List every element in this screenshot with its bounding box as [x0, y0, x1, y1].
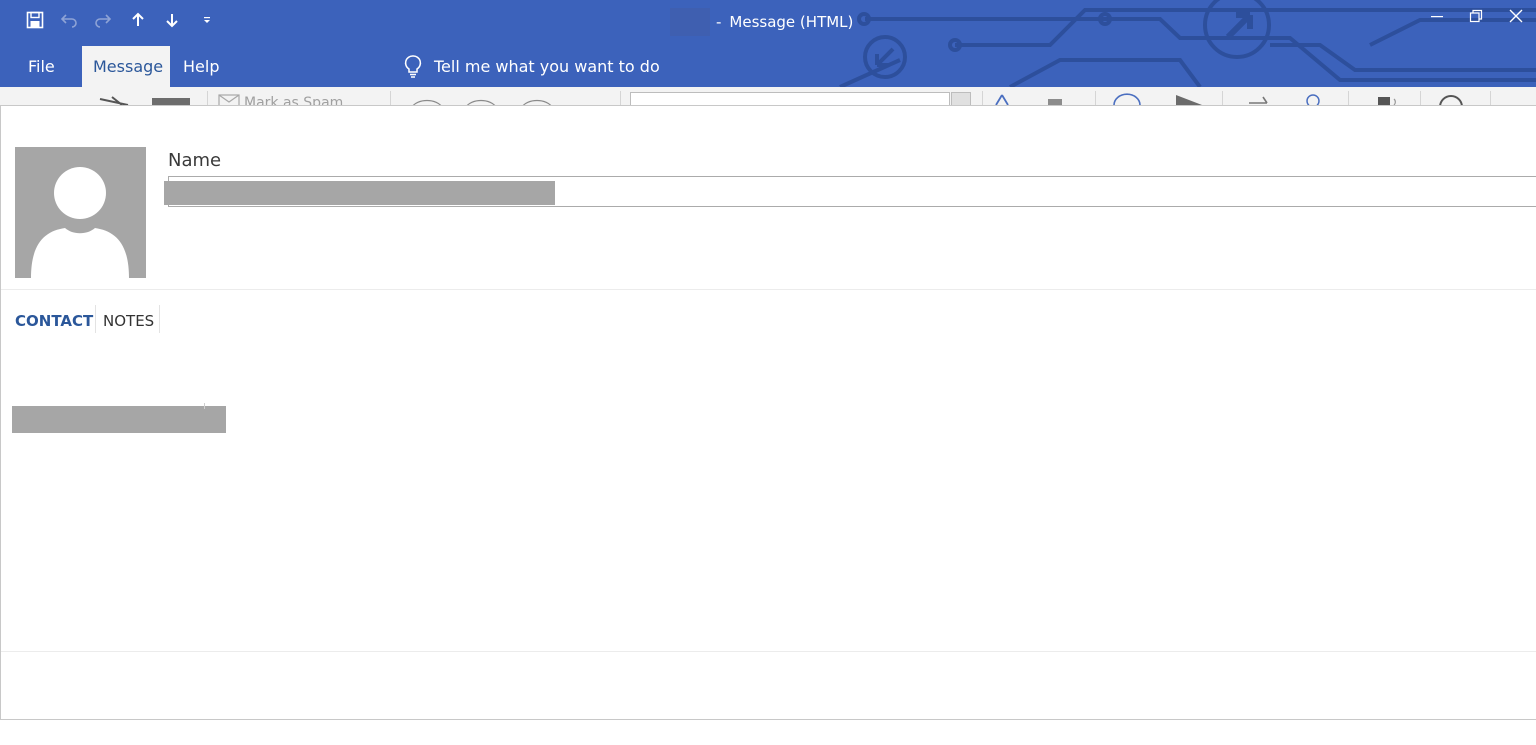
gallery-scroll[interactable]: [951, 92, 971, 105]
mark-as-spam-button[interactable]: Mark as Spam: [244, 95, 343, 105]
spam-icon[interactable]: [218, 93, 242, 105]
divider: [1, 289, 1536, 290]
save-icon[interactable]: [23, 8, 47, 32]
delete-icon[interactable]: [152, 98, 190, 105]
name-label: Name: [168, 150, 222, 171]
speech-button[interactable]: [1372, 93, 1412, 105]
redo-icon[interactable]: [91, 8, 115, 32]
minimize-icon[interactable]: [1422, 3, 1452, 29]
contact-card: Name CONTACT NOTES: [0, 105, 1536, 720]
redacted-name: [164, 181, 555, 205]
ribbon: Mark as Spam: [0, 87, 1536, 105]
ignore-icon[interactable]: [98, 95, 134, 105]
divider: [1, 651, 1536, 652]
tab-separator: [95, 305, 96, 333]
text-cursor: [204, 403, 205, 409]
quick-steps-gallery[interactable]: [630, 92, 950, 105]
redacted-contact-detail: [12, 406, 226, 433]
tell-me-search[interactable]: Tell me what you want to do: [402, 54, 660, 78]
previous-item-icon[interactable]: [126, 8, 150, 32]
window-title: Message (HTML): [729, 13, 854, 31]
restore-icon[interactable]: [1461, 3, 1491, 29]
zoom-button[interactable]: [1436, 93, 1468, 105]
next-item-icon[interactable]: [160, 8, 184, 32]
redacted-subject: [670, 8, 710, 36]
respond-buttons[interactable]: [410, 95, 560, 105]
tell-me-label: Tell me what you want to do: [434, 56, 660, 76]
tab-notes[interactable]: NOTES: [103, 311, 154, 331]
move-buttons[interactable]: [992, 93, 1082, 105]
person-silhouette-icon: [31, 167, 129, 278]
window-title-area: - Message (HTML): [670, 8, 854, 36]
title-bar: - Message (HTML) File Message Help Tell …: [0, 0, 1536, 87]
undo-icon[interactable]: [57, 8, 81, 32]
tab-message[interactable]: Message: [82, 46, 170, 87]
tags-buttons[interactable]: [1110, 93, 1206, 105]
close-icon[interactable]: [1501, 3, 1531, 29]
avatar[interactable]: [15, 147, 146, 278]
tab-contact[interactable]: CONTACT: [15, 311, 93, 331]
tab-separator: [159, 305, 160, 333]
lightbulb-icon: [404, 55, 422, 78]
title-separator: -: [716, 13, 722, 31]
customize-toolbar-icon[interactable]: [195, 8, 219, 32]
tab-file[interactable]: File: [17, 46, 66, 87]
tab-help[interactable]: Help: [172, 46, 230, 87]
editing-buttons[interactable]: [1245, 93, 1335, 105]
